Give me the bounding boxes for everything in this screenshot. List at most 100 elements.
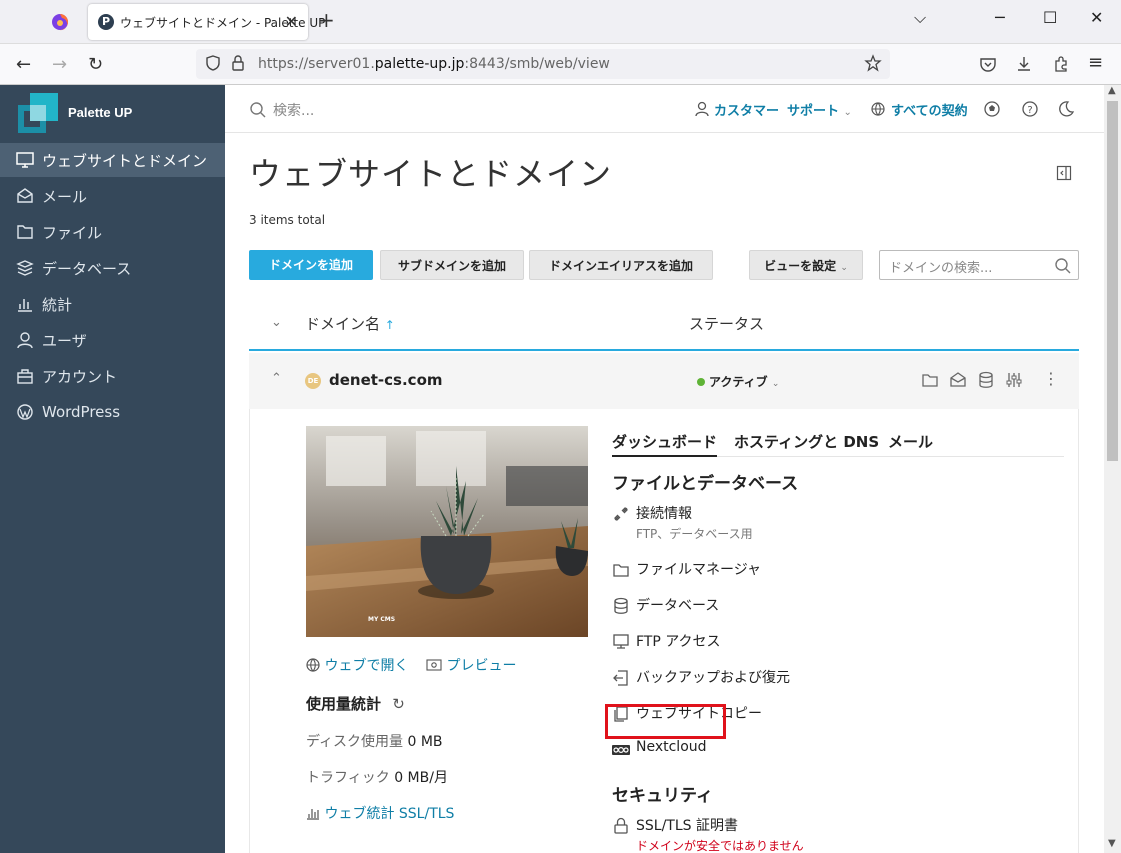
preview-link[interactable]: プレビュー (426, 655, 516, 675)
new-tab-icon[interactable]: + (318, 8, 335, 32)
firefox-icon[interactable] (48, 10, 72, 34)
link-icon (614, 507, 628, 521)
sliders-icon[interactable] (1005, 371, 1023, 389)
soccer-ball-icon[interactable] (983, 100, 1001, 118)
support-label: サポート (787, 104, 840, 119)
sort-ascending-icon: ↑ (384, 318, 395, 332)
page-scrollbar[interactable]: ▲ ▼ (1104, 85, 1121, 853)
tab-hosting-dns[interactable]: ホスティングと DNS (734, 431, 879, 452)
view-settings-button[interactable]: ビューを設定 ⌄ (749, 250, 863, 280)
help-icon[interactable]: ? (1021, 100, 1039, 118)
sidebar-item-databases[interactable]: データベース (0, 251, 225, 285)
folder-icon[interactable] (921, 371, 939, 389)
bar-chart-icon (18, 299, 32, 312)
bar-chart-icon (307, 809, 319, 820)
scroll-up-icon[interactable]: ▲ (1108, 85, 1116, 96)
forward-icon[interactable]: → (52, 54, 67, 75)
monitor-icon (16, 152, 34, 168)
open-in-web-link[interactable]: ウェブで開く (306, 655, 408, 675)
tool-label: FTP アクセス (636, 634, 721, 650)
back-icon[interactable]: ← (16, 54, 31, 75)
ssl-warning: ドメインが安全ではありません (636, 839, 804, 853)
tool-label: SSL/TLS 証明書 (636, 818, 738, 834)
database-icon (16, 260, 34, 276)
scroll-down-icon[interactable]: ▼ (1108, 838, 1116, 849)
disk-label: ディスク使用量 (306, 734, 404, 750)
dark-mode-moon-icon[interactable] (1057, 100, 1075, 118)
sidebar-item-account[interactable]: アカウント (0, 359, 225, 393)
mail-icon[interactable] (949, 371, 967, 389)
palette-favicon-icon: P (98, 14, 114, 30)
link-label: ウェブ統計 SSL/TLS (324, 806, 455, 822)
all-subscriptions-link[interactable]: すべての契約 (891, 100, 968, 119)
sidebar-item-statistics[interactable]: 統計 (0, 287, 225, 321)
support-menu[interactable]: サポート ⌄ (787, 100, 852, 119)
tab-active[interactable]: P ウェブサイトとドメイン - Palette UP ✕ (88, 4, 325, 40)
folder-icon (17, 225, 33, 239)
window-close-icon[interactable]: ✕ (1090, 8, 1103, 27)
lock-icon[interactable] (230, 54, 246, 72)
maximize-icon[interactable]: ☐ (1043, 8, 1057, 27)
more-options-icon[interactable]: ⋮ (1043, 369, 1059, 388)
sidebar: Palette UP ウェブサイトとドメイン メール ファイル データベース 統… (0, 85, 225, 853)
tool-label: 接続情報 (636, 506, 692, 522)
menu-icon[interactable]: ≡ (1088, 52, 1103, 73)
add-subdomain-button[interactable]: サブドメインを追加 (380, 250, 524, 280)
address-bar[interactable]: https://server01.palette-up.jp:8443/smb/… (196, 49, 890, 79)
scrollbar-thumb[interactable] (1107, 101, 1118, 461)
domain-name-column-header[interactable]: ドメイン名 ↑ (305, 313, 395, 334)
browser-nav-bar: ← → ↻ https://server01.palette-up.jp:844… (0, 44, 1121, 85)
tool-label: データベース (636, 598, 720, 614)
usage-title-label: 使用量統計 (306, 695, 382, 713)
domain-search-input[interactable]: ドメインの検索... (879, 250, 1079, 280)
domain-row[interactable]: ⌃ DE denet-cs.com アクティブ ⌄ ⋮ (249, 353, 1079, 409)
download-icon[interactable] (1015, 55, 1033, 73)
customer-link[interactable]: カスタマー (714, 100, 779, 119)
sidebar-item-files[interactable]: ファイル (0, 215, 225, 249)
domain-name-link[interactable]: denet-cs.com (329, 371, 443, 389)
main-content: 検索... カスタマー サポート ⌄ すべての契約 ? ウェブサイトとドメイン … (225, 85, 1104, 853)
expand-all-chevron-icon[interactable]: ⌄ (271, 315, 282, 330)
refresh-icon[interactable]: ↻ (392, 695, 405, 713)
sidebar-item-websites[interactable]: ウェブサイトとドメイン (0, 143, 225, 177)
sidebar-item-label: ウェブサイトとドメイン (42, 151, 208, 170)
search-icon[interactable] (1054, 257, 1072, 275)
shield-icon[interactable] (204, 54, 222, 72)
web-stats-link[interactable]: ウェブ統計 SSL/TLS (306, 803, 454, 823)
pocket-icon[interactable] (979, 55, 997, 73)
chevron-down-icon: ⌄ (840, 263, 848, 273)
status-dropdown[interactable]: アクティブ ⌄ (697, 373, 779, 390)
close-tab-icon[interactable]: ✕ (285, 12, 298, 31)
plant-photo-icon (306, 426, 588, 637)
add-domain-alias-button[interactable]: ドメインエイリアスを追加 (529, 250, 713, 280)
sidebar-item-wordpress[interactable]: WordPress (0, 395, 225, 429)
add-domain-button[interactable]: ドメインを追加 (249, 250, 373, 280)
tab-list-icon[interactable]: ⌵ (914, 8, 926, 28)
tool-label: ファイルマネージャ (636, 562, 762, 578)
disk-usage: ディスク使用量 0 MB (306, 731, 443, 751)
sidebar-item-mail[interactable]: メール (0, 179, 225, 213)
side-panel-toggle-icon[interactable] (1056, 165, 1072, 181)
website-preview-thumbnail[interactable]: MY CMS (306, 426, 588, 637)
sidebar-item-label: データベース (42, 259, 132, 278)
folder-icon (613, 564, 629, 577)
minimize-icon[interactable]: ─ (995, 8, 1005, 27)
brand-name: Palette UP (68, 105, 133, 120)
collapse-chevron-icon[interactable]: ⌃ (271, 371, 282, 386)
sidebar-item-users[interactable]: ユーザ (0, 323, 225, 357)
search-icon[interactable] (249, 101, 267, 119)
page-title: ウェブサイトとドメイン (249, 155, 613, 193)
chevron-down-icon: ⌄ (843, 107, 852, 118)
reload-icon[interactable]: ↻ (88, 54, 103, 75)
section-security: セキュリティ (612, 786, 713, 806)
domain-avatar: DE (305, 373, 321, 389)
database-icon[interactable] (977, 371, 995, 389)
extensions-icon[interactable] (1052, 55, 1070, 73)
traffic-usage: トラフィック 0 MB/月 (306, 767, 448, 787)
tab-dashboard[interactable]: ダッシュボード (612, 431, 718, 457)
tab-mail[interactable]: メール (888, 431, 933, 452)
global-search-input[interactable]: 検索... (273, 100, 314, 120)
ftp-access-highlight-box (605, 704, 726, 739)
bookmark-star-icon[interactable] (864, 54, 882, 72)
ftp-server-icon (613, 634, 629, 649)
